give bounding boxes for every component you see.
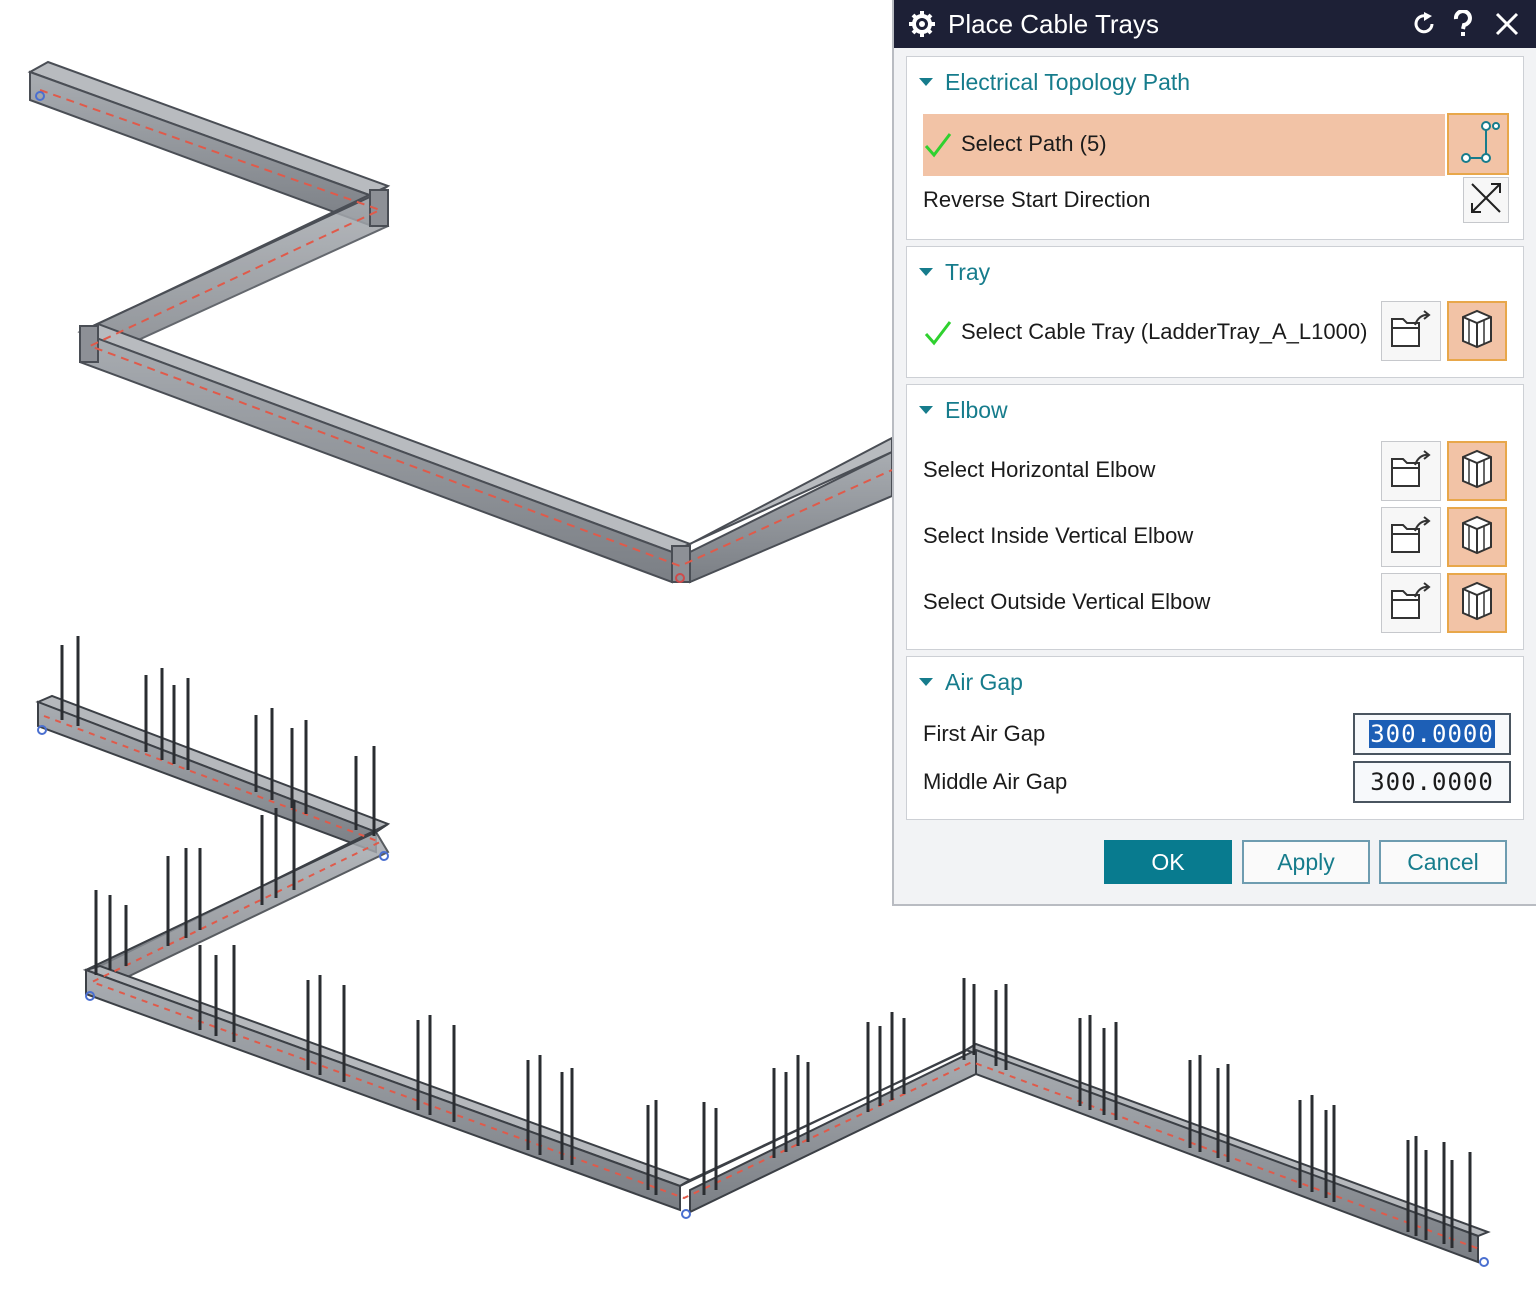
tray-library-button[interactable]: [1447, 301, 1507, 361]
reverse-direction-button[interactable]: [1463, 177, 1509, 223]
reset-icon[interactable]: [1408, 6, 1442, 42]
close-icon[interactable]: [1490, 6, 1524, 42]
dialog-titlebar[interactable]: Place Cable Trays: [894, 0, 1536, 48]
tray-header[interactable]: Tray: [919, 257, 990, 287]
topology-path-preview: [27, 60, 893, 584]
reverse-direction-icon: [1469, 181, 1503, 220]
tray-section: Tray Select Cable Tray (LadderTray_A_L10…: [906, 246, 1524, 378]
air-gap-header[interactable]: Air Gap: [919, 667, 1023, 697]
select-cable-tray-label: Select Cable Tray (LadderTray_A_L1000): [923, 317, 1367, 348]
electrical-topology-path-section: Electrical Topology Path Select Path (5)…: [906, 56, 1524, 240]
middle-air-gap-input[interactable]: 300.0000: [1353, 761, 1511, 803]
outside-vertical-elbow-label: Select Outside Vertical Elbow: [923, 589, 1211, 614]
inside-vertical-elbow-label: Select Inside Vertical Elbow: [923, 523, 1194, 548]
horizontal-elbow-library-button[interactable]: [1447, 441, 1507, 501]
apply-button[interactable]: Apply: [1242, 840, 1370, 884]
collapse-triangle-icon: [919, 678, 933, 686]
gear-icon: [908, 10, 936, 38]
place-cable-trays-dialog: Place Cable Trays Electrical Topology Pa…: [892, 0, 1536, 906]
cancel-button[interactable]: Cancel: [1379, 840, 1507, 884]
horizontal-elbow-label: Select Horizontal Elbow: [923, 457, 1156, 482]
select-path-button[interactable]: [1447, 113, 1509, 175]
air-gap-section: Air Gap First Air Gap 300.0000 Middle Ai…: [906, 656, 1524, 820]
middle-air-gap-label: Middle Air Gap: [923, 769, 1068, 794]
collapse-triangle-icon: [919, 268, 933, 276]
part-library-icon: [1457, 447, 1497, 496]
inside-vertical-elbow-library-button[interactable]: [1447, 507, 1507, 567]
outside-vertical-elbow-open-button[interactable]: [1381, 573, 1441, 633]
open-folder-icon: [1389, 449, 1433, 494]
part-library-icon: [1457, 513, 1497, 562]
tray-open-folder-button[interactable]: [1381, 301, 1441, 361]
collapse-triangle-icon: [919, 406, 933, 414]
path-topology-icon: [1456, 120, 1500, 169]
checkmark-icon: [923, 318, 953, 348]
select-path-label: Select Path (5): [923, 129, 1107, 160]
open-folder-icon: [1389, 515, 1433, 560]
checkmark-icon: [923, 130, 953, 160]
help-icon[interactable]: [1446, 6, 1480, 42]
open-folder-icon: [1389, 309, 1433, 354]
elbow-section: Elbow Select Horizontal Elbow Select Ins…: [906, 384, 1524, 650]
part-library-icon: [1457, 307, 1497, 356]
horizontal-elbow-open-button[interactable]: [1381, 441, 1441, 501]
first-air-gap-label: First Air Gap: [923, 721, 1046, 746]
part-library-icon: [1457, 579, 1497, 628]
open-folder-icon: [1389, 581, 1433, 626]
outside-vertical-elbow-library-button[interactable]: [1447, 573, 1507, 633]
first-air-gap-input[interactable]: 300.0000: [1353, 713, 1511, 755]
reverse-start-direction-label: Reverse Start Direction: [923, 187, 1151, 212]
electrical-topology-path-header[interactable]: Electrical Topology Path: [919, 67, 1190, 97]
inside-vertical-elbow-open-button[interactable]: [1381, 507, 1441, 567]
dialog-title: Place Cable Trays: [948, 9, 1159, 39]
elbow-header[interactable]: Elbow: [919, 395, 1008, 425]
collapse-triangle-icon: [919, 78, 933, 86]
ok-button[interactable]: OK: [1104, 840, 1232, 884]
